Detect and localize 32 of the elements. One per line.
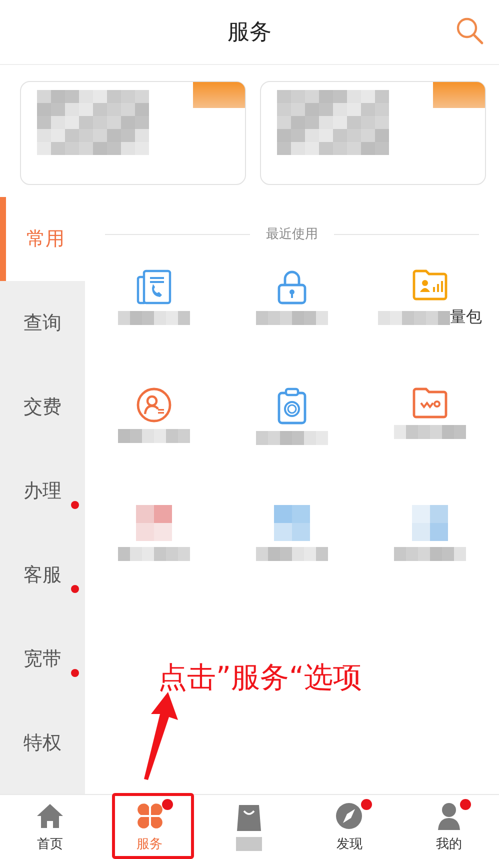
search-icon[interactable] bbox=[456, 17, 484, 45]
blurred-label bbox=[236, 837, 262, 851]
page-title: 服务 bbox=[228, 19, 272, 47]
clipboard-icon[interactable] bbox=[277, 387, 307, 425]
blurred-label bbox=[394, 425, 466, 439]
person-icon bbox=[436, 802, 462, 830]
bag-icon bbox=[236, 803, 262, 833]
folder-icon[interactable] bbox=[412, 269, 448, 301]
blurred-tag bbox=[193, 82, 245, 108]
compass-icon bbox=[335, 802, 364, 830]
blurred-label bbox=[394, 547, 466, 561]
home-icon bbox=[36, 803, 64, 829]
blurred-label bbox=[378, 310, 450, 324]
blurred-label bbox=[256, 431, 328, 445]
promo-card[interactable] bbox=[260, 81, 486, 185]
service-label[interactable]: 量包 bbox=[450, 307, 482, 328]
blurred-icon[interactable] bbox=[136, 505, 172, 541]
blurred-tag bbox=[433, 82, 485, 108]
folder-icon[interactable] bbox=[412, 387, 448, 419]
phonebook-icon[interactable] bbox=[136, 269, 172, 305]
clover-icon bbox=[136, 802, 164, 830]
blurred-label bbox=[118, 547, 190, 561]
annotation-text: 点击”服务“选项 bbox=[158, 659, 362, 696]
blurred-label bbox=[256, 311, 328, 325]
blurred-label bbox=[256, 547, 328, 561]
user-icon[interactable] bbox=[136, 387, 172, 423]
promo-card[interactable] bbox=[20, 81, 246, 185]
section-title: 最近使用 bbox=[266, 226, 318, 243]
blurred-label bbox=[118, 311, 190, 325]
blurred-label bbox=[118, 429, 190, 443]
blurred-icon[interactable] bbox=[412, 505, 448, 541]
blurred-icon[interactable] bbox=[274, 505, 310, 541]
